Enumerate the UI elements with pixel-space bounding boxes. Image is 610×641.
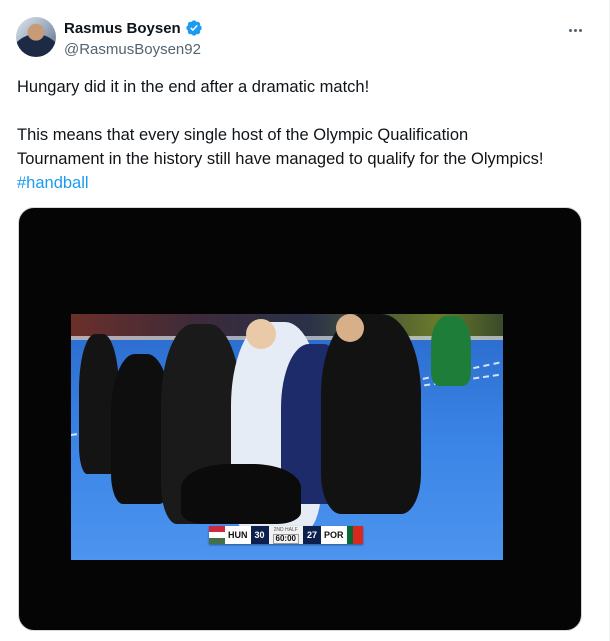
author-name-row: Rasmus Boysen (64, 19, 203, 37)
match-clock: 2ND HALF 60:00 (268, 526, 303, 544)
tweet-card[interactable]: Rasmus Boysen @RasmusBoysen92 Hungary di… (0, 0, 610, 641)
tweet-paragraph-2-line-2: Tournament in the history still have man… (17, 150, 544, 168)
clock-value: 60:00 (272, 534, 299, 544)
tv-scoreboard: HUN 30 2ND HALF 60:00 27 POR (209, 526, 363, 544)
more-options-icon[interactable] (563, 20, 587, 40)
hashtag-link[interactable]: #handball (17, 174, 89, 192)
hungary-flag-icon (209, 526, 225, 544)
away-score: 27 (302, 526, 321, 544)
author-avatar[interactable] (16, 17, 56, 57)
tweet-paragraph-2-line-1: This means that every single host of the… (17, 126, 469, 144)
author-display-name[interactable]: Rasmus Boysen (64, 20, 181, 37)
portugal-flag-icon (346, 526, 363, 544)
tv-screen-photo: HUN 30 2ND HALF 60:00 27 POR (71, 314, 503, 560)
away-team-label: POR (321, 526, 347, 544)
period-label: 2ND HALF (273, 527, 298, 533)
tweet-paragraph-1: Hungary did it in the end after a dramat… (17, 78, 370, 96)
tweet-media-image[interactable]: HUN 30 2ND HALF 60:00 27 POR (18, 207, 582, 631)
verified-badge-icon (186, 20, 202, 36)
tweet-text: Hungary did it in the end after a dramat… (17, 75, 597, 195)
author-handle[interactable]: @RasmusBoysen92 (64, 41, 201, 58)
home-score: 30 (250, 526, 269, 544)
home-team-label: HUN (225, 526, 251, 544)
